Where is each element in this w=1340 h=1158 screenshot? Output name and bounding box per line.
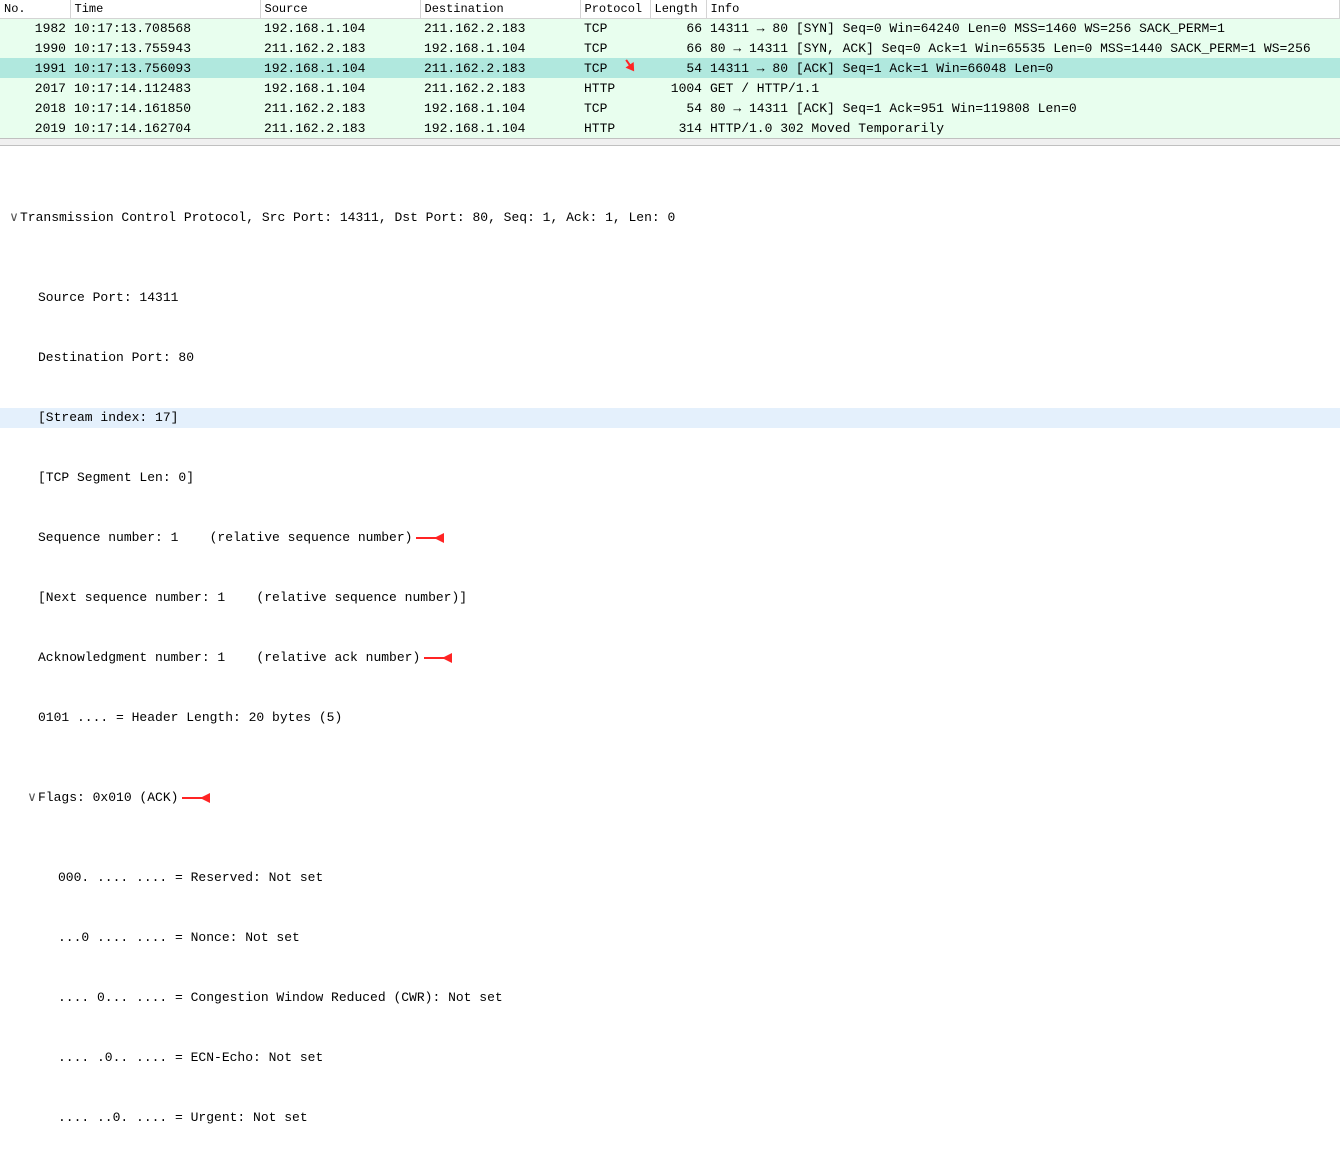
- cell-time: 10:17:13.756093: [70, 58, 260, 78]
- cell-destination: 192.168.1.104: [420, 38, 580, 58]
- cell-info: 14311 → 80 [SYN] Seq=0 Win=64240 Len=0 M…: [706, 18, 1340, 38]
- cell-source: 211.162.2.183: [260, 98, 420, 118]
- cell-destination: 192.168.1.104: [420, 118, 580, 138]
- flag-ecn[interactable]: .... .0.. .... = ECN-Echo: Not set: [0, 1048, 1340, 1068]
- annotation-arrow-icon: [182, 793, 210, 803]
- caret-down-icon[interactable]: ∨: [26, 788, 38, 808]
- cell-time: 10:17:14.162704: [70, 118, 260, 138]
- annotation-arrow-icon: [416, 533, 444, 543]
- pane-splitter[interactable]: [0, 138, 1340, 146]
- cell-protocol: HTTP: [580, 78, 650, 98]
- tcp-seq-number[interactable]: Sequence number: 1 (relative sequence nu…: [0, 528, 1340, 548]
- cell-destination: 211.162.2.183: [420, 58, 580, 78]
- cell-source: 192.168.1.104: [260, 58, 420, 78]
- cell-source: 211.162.2.183: [260, 38, 420, 58]
- cell-time: 10:17:13.708568: [70, 18, 260, 38]
- cell-protocol: TCP: [580, 18, 650, 38]
- cell-length: 54: [650, 98, 706, 118]
- cell-no: 1982: [0, 18, 70, 38]
- cell-info: 14311 → 80 [ACK] Seq=1 Ack=1 Win=66048 L…: [706, 58, 1340, 78]
- cell-protocol: TCP: [580, 98, 650, 118]
- col-header-no[interactable]: No.: [0, 0, 70, 18]
- tcp-src-port[interactable]: Source Port: 14311: [0, 288, 1340, 308]
- col-header-length[interactable]: Length: [650, 0, 706, 18]
- cell-time: 10:17:13.755943: [70, 38, 260, 58]
- cell-length: 314: [650, 118, 706, 138]
- cell-destination: 211.162.2.183: [420, 18, 580, 38]
- cell-source: 192.168.1.104: [260, 78, 420, 98]
- cell-no: 1990: [0, 38, 70, 58]
- table-row[interactable]: 201810:17:14.161850211.162.2.183192.168.…: [0, 98, 1340, 118]
- cell-destination: 192.168.1.104: [420, 98, 580, 118]
- cell-time: 10:17:14.112483: [70, 78, 260, 98]
- cell-length: 66: [650, 18, 706, 38]
- cell-info: 80 → 14311 [SYN, ACK] Seq=0 Ack=1 Win=65…: [706, 38, 1340, 58]
- tcp-stream-index[interactable]: [Stream index: 17]: [0, 408, 1340, 428]
- flag-cwr[interactable]: .... 0... .... = Congestion Window Reduc…: [0, 988, 1340, 1008]
- cell-length: 1004: [650, 78, 706, 98]
- cell-source: 192.168.1.104: [260, 18, 420, 38]
- table-row[interactable]: 201710:17:14.112483192.168.1.104211.162.…: [0, 78, 1340, 98]
- table-row[interactable]: 199010:17:13.755943211.162.2.183192.168.…: [0, 38, 1340, 58]
- tcp-header-length[interactable]: 0101 .... = Header Length: 20 bytes (5): [0, 708, 1340, 728]
- flag-urgent[interactable]: .... ..0. .... = Urgent: Not set: [0, 1108, 1340, 1128]
- cell-protocol: HTTP: [580, 118, 650, 138]
- tcp-header-text: Transmission Control Protocol, Src Port:…: [20, 208, 675, 228]
- cell-no: 2017: [0, 78, 70, 98]
- col-header-dest[interactable]: Destination: [420, 0, 580, 18]
- tcp-dst-port[interactable]: Destination Port: 80: [0, 348, 1340, 368]
- flag-reserved[interactable]: 000. .... .... = Reserved: Not set: [0, 868, 1340, 888]
- table-row[interactable]: 201910:17:14.162704211.162.2.183192.168.…: [0, 118, 1340, 138]
- tcp-protocol-header[interactable]: ∨ Transmission Control Protocol, Src Por…: [0, 208, 1340, 228]
- cell-info: GET / HTTP/1.1: [706, 78, 1340, 98]
- col-header-info[interactable]: Info: [706, 0, 1340, 18]
- tcp-segment-len[interactable]: [TCP Segment Len: 0]: [0, 468, 1340, 488]
- col-header-time[interactable]: Time: [70, 0, 260, 18]
- caret-down-icon[interactable]: ∨: [8, 208, 20, 228]
- col-header-protocol[interactable]: Protocol: [580, 0, 650, 18]
- cell-no: 1991: [0, 58, 70, 78]
- cell-no: 2019: [0, 118, 70, 138]
- annotation-arrow-icon: [424, 653, 452, 663]
- col-header-source[interactable]: Source: [260, 0, 420, 18]
- tcp-next-seq[interactable]: [Next sequence number: 1 (relative seque…: [0, 588, 1340, 608]
- cell-length: 54: [650, 58, 706, 78]
- cell-info: 80 → 14311 [ACK] Seq=1 Ack=951 Win=11980…: [706, 98, 1340, 118]
- tcp-flags-summary[interactable]: ∨ Flags: 0x010 (ACK): [0, 788, 1340, 808]
- flag-nonce[interactable]: ...0 .... .... = Nonce: Not set: [0, 928, 1340, 948]
- cell-length: 66: [650, 38, 706, 58]
- packet-details-pane[interactable]: ∨ Transmission Control Protocol, Src Por…: [0, 146, 1340, 1158]
- cell-time: 10:17:14.161850: [70, 98, 260, 118]
- cell-no: 2018: [0, 98, 70, 118]
- column-header-row[interactable]: No. Time Source Destination Protocol Len…: [0, 0, 1340, 18]
- cell-protocol: TCP: [580, 58, 650, 78]
- packet-list-table[interactable]: No. Time Source Destination Protocol Len…: [0, 0, 1340, 138]
- table-row[interactable]: 198210:17:13.708568192.168.1.104211.162.…: [0, 18, 1340, 38]
- tcp-ack-number[interactable]: Acknowledgment number: 1 (relative ack n…: [0, 648, 1340, 668]
- table-row[interactable]: 199110:17:13.756093192.168.1.104211.162.…: [0, 58, 1340, 78]
- cell-destination: 211.162.2.183: [420, 78, 580, 98]
- cell-source: 211.162.2.183: [260, 118, 420, 138]
- cell-info: HTTP/1.0 302 Moved Temporarily: [706, 118, 1340, 138]
